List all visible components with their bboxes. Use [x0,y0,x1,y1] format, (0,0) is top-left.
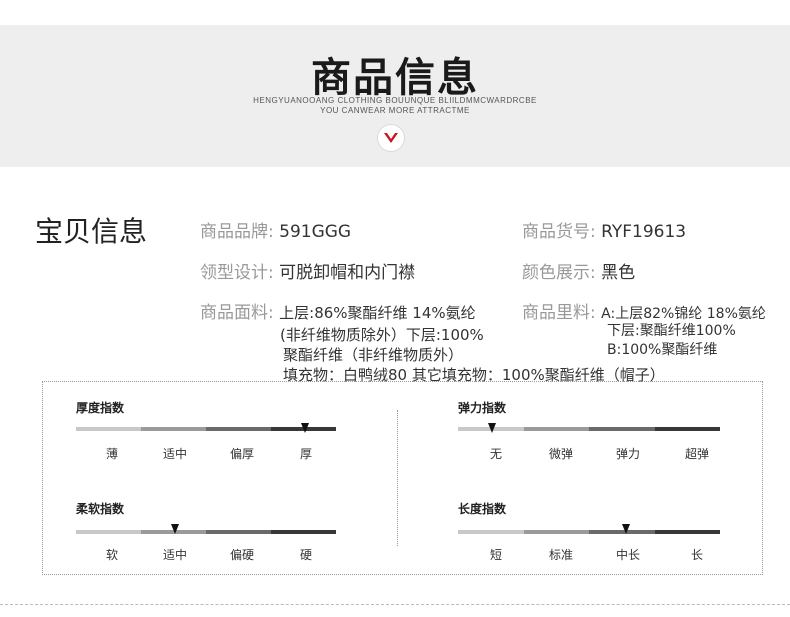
collar-value: 可脱卸帽和内门襟 [279,263,416,283]
brand-label: 商品品牌: [200,222,274,242]
fabric-label: 商品面料: [200,303,274,323]
thickness-index-marker [300,423,309,433]
elasticity-level-label: 无 [489,447,502,461]
sku-label: 商品货号: [522,222,596,242]
brand-field: 商品品牌: 591GGG [200,217,351,242]
softness-level-label: 软 [105,548,118,562]
fabric-line: 聚酯纤维（非纤维物质外） [283,346,464,364]
sku-value: RYF19613 [601,222,687,242]
thickness-index-title: 厚度指数 [76,401,125,415]
softness-index-title: 柔软指数 [76,502,125,516]
elasticity-level-label: 弹力 [615,447,640,461]
length-level-label: 短 [489,548,502,562]
brand-value: 591GGG [279,222,352,242]
length-level-label: 标准 [548,548,573,562]
color-value: 黑色 [601,263,636,283]
banner-subtitle-line1: HENGYUANOOANG CLOTHING BOUUNQUE BLIILDMM… [253,96,537,105]
thickness-level-label: 厚 [299,447,312,461]
color-field: 颜色展示: 黑色 [522,258,635,283]
chevron-down-icon [384,133,398,143]
elasticity-index-bar [458,427,720,431]
lining-label: 商品里料: [522,303,596,323]
thickness-level-label: 适中 [162,447,187,461]
bottom-divider [0,604,790,605]
collar-label: 领型设计: [200,263,274,283]
page-title: 商品信息 [311,55,479,101]
color-label: 颜色展示: [522,263,596,283]
elasticity-index-title: 弹力指数 [458,401,507,415]
fabric-line: 上层:86%聚酯纤维 14%氨纶 [279,304,476,322]
length-index-marker [621,524,630,534]
fabric-field: 商品面料: 上层:86%聚酯纤维 14%氨纶 [200,298,476,323]
lining-line: B:100%聚酯纤维 [607,342,718,358]
thickness-index-bar [76,427,336,431]
elasticity-level-label: 微弹 [548,447,573,461]
panel-divider [397,410,398,546]
length-index-title: 长度指数 [458,502,507,516]
elasticity-index-marker [488,423,497,433]
section-title: 宝贝信息 [35,215,148,248]
banner-subtitle-line2: YOU CANWEAR MORE ATTRACTME [320,106,470,115]
sku-field: 商品货号: RYF19613 [522,217,686,242]
scroll-down-badge [377,124,405,152]
collar-field: 领型设计: 可脱卸帽和内门襟 [200,258,415,283]
softness-index-bar [76,530,336,534]
length-index-bar [458,530,720,534]
header-banner: 商品信息 HENGYUANOOANG CLOTHING BOUUNQUE BLI… [0,25,790,167]
softness-level-label: 适中 [162,548,187,562]
length-level-label: 中长 [615,548,640,562]
elasticity-level-label: 超弹 [684,447,709,461]
softness-level-label: 偏硬 [229,548,254,562]
softness-level-label: 硬 [299,548,312,562]
length-level-label: 长 [690,548,703,562]
thickness-level-label: 偏厚 [229,447,254,461]
lining-line: 下层:聚酯纤维100% [607,323,736,339]
softness-index-marker [170,524,179,534]
thickness-level-label: 薄 [105,447,118,461]
fabric-line: (非纤维物质除外）下层:100% [280,326,484,344]
